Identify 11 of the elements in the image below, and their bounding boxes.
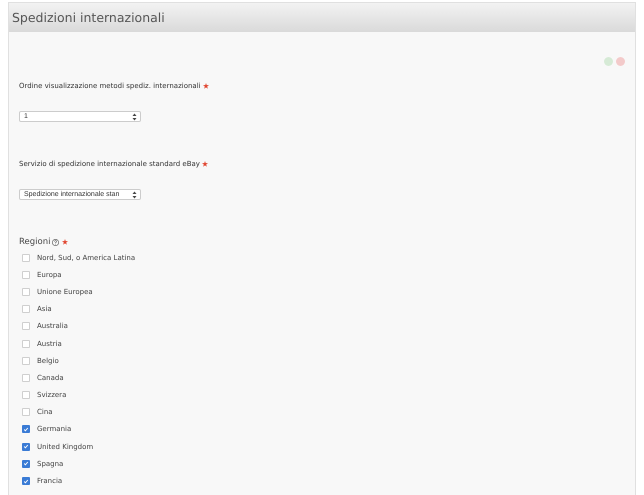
- regions-label: Regioni: [19, 237, 50, 247]
- updown-icon: [132, 190, 137, 198]
- add-icon[interactable]: [604, 57, 613, 66]
- updown-icon: [132, 112, 137, 120]
- checkbox[interactable]: [22, 425, 30, 434]
- checkbox[interactable]: [22, 442, 30, 451]
- help-icon[interactable]: [52, 238, 60, 246]
- panel-title: Spedizioni internazionali: [12, 10, 165, 25]
- checkbox[interactable]: [22, 477, 30, 486]
- checkbox[interactable]: [22, 460, 30, 468]
- remove-icon[interactable]: [616, 57, 625, 66]
